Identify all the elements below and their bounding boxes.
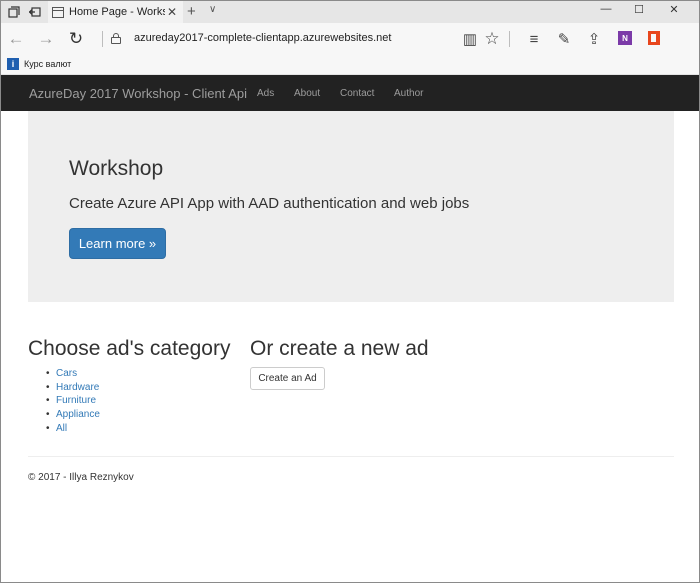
favorite-star-icon[interactable]: ☆ — [482, 29, 502, 49]
tab-home-page[interactable]: Home Page - Workshop ✕ — [48, 1, 183, 23]
divider — [28, 456, 674, 457]
learn-more-button[interactable]: Learn more » — [69, 228, 166, 259]
list-item: • Cars — [46, 367, 100, 381]
list-item: • All — [46, 422, 100, 436]
bullet: • — [46, 409, 50, 421]
minimize-icon[interactable]: — — [596, 3, 616, 15]
tab-bar: Home Page - Workshop ✕ + ∨ — ☐ ✕ — [1, 1, 699, 23]
lock-icon — [111, 33, 121, 44]
reading-view-icon[interactable]: ▥ — [460, 29, 480, 49]
footer-text: © 2017 - Illya Reznykov — [28, 472, 134, 483]
onenote-icon[interactable]: N — [618, 31, 632, 45]
nav-link-author[interactable]: Author — [394, 88, 423, 99]
bullet: • — [46, 395, 50, 407]
jumbotron-title: Workshop — [69, 157, 164, 180]
jumbotron-lead: Create Azure API App with AAD authentica… — [69, 195, 470, 212]
divider — [102, 31, 103, 47]
create-ad-heading: Or create a new ad — [250, 337, 429, 360]
hub-icon[interactable]: ≡ — [524, 29, 544, 49]
list-item: • Hardware — [46, 381, 100, 395]
back-icon[interactable]: ← — [6, 29, 26, 49]
category-link-hardware[interactable]: Hardware — [56, 382, 99, 393]
jumbotron: Workshop Create Azure API App with AAD a… — [28, 111, 674, 302]
favorites-bar: i Курс валют — [1, 55, 699, 75]
site-navbar: AzureDay 2017 Workshop - Client Api Ads … — [1, 75, 699, 111]
set-aside-tabs-icon[interactable] — [27, 4, 43, 20]
tab-close-icon[interactable]: ✕ — [165, 5, 179, 19]
page-icon — [52, 6, 64, 18]
office-icon[interactable] — [648, 31, 660, 45]
categories-heading: Choose ad's category — [28, 337, 231, 360]
nav-link-contact[interactable]: Contact — [340, 88, 374, 99]
brand-link[interactable]: AzureDay 2017 Workshop - Client Api — [29, 86, 247, 101]
maximize-icon[interactable]: ☐ — [629, 3, 649, 16]
category-link-appliance[interactable]: Appliance — [56, 409, 100, 420]
divider — [509, 31, 510, 47]
category-link-furniture[interactable]: Furniture — [56, 395, 96, 406]
address-bar: ← → ↻ azureday2017-complete-clientapp.az… — [1, 23, 699, 55]
web-note-icon[interactable]: ✎ — [554, 29, 574, 49]
category-link-cars[interactable]: Cars — [56, 368, 77, 379]
info-icon: i — [7, 58, 19, 70]
list-item: • Appliance — [46, 408, 100, 422]
url-field[interactable]: azureday2017-complete-clientapp.azureweb… — [134, 32, 391, 44]
new-tab-icon[interactable]: + — [187, 3, 196, 20]
tab-title: Home Page - Workshop — [69, 6, 165, 18]
browser-window: Home Page - Workshop ✕ + ∨ — ☐ ✕ ← → ↻ a… — [0, 0, 700, 583]
nav-link-about[interactable]: About — [294, 88, 320, 99]
favorite-link[interactable]: Курс валют — [24, 59, 71, 69]
chevron-down-icon[interactable]: ∨ — [209, 4, 216, 15]
nav-link-ads[interactable]: Ads — [257, 88, 274, 99]
refresh-icon[interactable]: ↻ — [66, 29, 86, 49]
tab-actions-icon[interactable] — [6, 4, 22, 20]
category-link-all[interactable]: All — [56, 423, 67, 434]
forward-icon[interactable]: → — [36, 29, 56, 49]
bullet: • — [46, 381, 50, 393]
share-icon[interactable]: ⇪ — [584, 29, 604, 49]
bullet: • — [46, 422, 50, 434]
create-ad-button[interactable]: Create an Ad — [250, 367, 325, 390]
list-item: • Furniture — [46, 394, 100, 408]
category-list: • Cars • Hardware • Furniture • Appliance • A… — [46, 367, 100, 435]
bullet: • — [46, 368, 50, 379]
close-window-icon[interactable]: ✕ — [664, 3, 684, 16]
